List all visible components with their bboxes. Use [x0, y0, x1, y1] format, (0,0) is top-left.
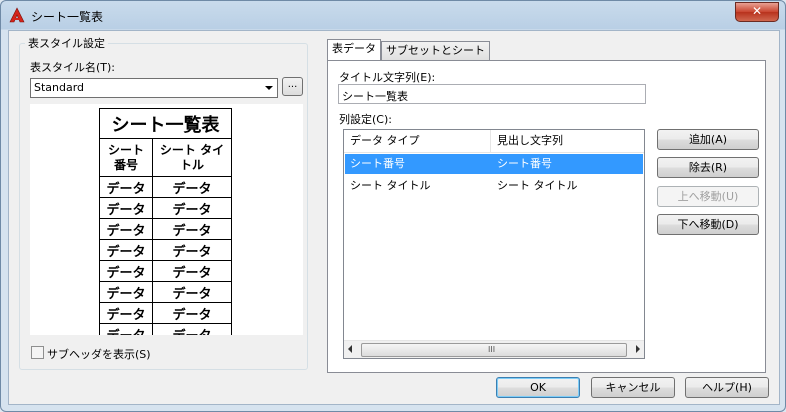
preview-cell: データ: [152, 302, 232, 324]
preview-title: シート一覧表: [99, 108, 232, 139]
preview-body: データ データ データ データ データ データ データ データ データ データ データ データ データデ…: [99, 176, 232, 335]
preview-cell: データ: [152, 260, 232, 282]
dialog-client: 表スタイル設定 表スタイル名(T): Standard ... シート一覧表 シ…: [8, 30, 780, 405]
close-button[interactable]: ✕: [735, 2, 779, 22]
tab-subsets-and-sheets[interactable]: サブセットとシート: [381, 41, 490, 60]
list-item[interactable]: シート番号 シート番号: [345, 154, 643, 174]
preview-cell: データ: [152, 281, 232, 303]
preview-row: データデータ: [99, 239, 232, 261]
column-settings-list[interactable]: データ タイプ 見出し文字列 シート番号 シート番号 シート タイトル シート …: [343, 129, 645, 359]
preview-cell: データ: [152, 239, 232, 261]
style-name-combo[interactable]: Standard: [30, 78, 278, 98]
subheader-checkbox[interactable]: [31, 346, 44, 359]
column-header-data-type[interactable]: データ タイプ: [344, 130, 491, 152]
preview-cell: データ: [99, 281, 153, 303]
scroll-right-icon[interactable]: [636, 345, 640, 353]
list-item-heading: シート タイトル: [497, 179, 578, 192]
preview-row: データデータ: [99, 302, 232, 324]
table-style-group-title: 表スタイル設定: [25, 35, 108, 51]
preview-cell: データ: [99, 197, 153, 219]
column-header-heading[interactable]: 見出し文字列: [491, 130, 644, 152]
help-button[interactable]: ヘルプ(H): [685, 377, 769, 398]
list-item-heading: シート番号: [497, 157, 552, 170]
tab-table-data[interactable]: 表データ: [327, 39, 381, 60]
cancel-button[interactable]: キャンセル: [591, 377, 675, 398]
preview-cell: データ: [152, 176, 232, 198]
list-header: データ タイプ 見出し文字列: [344, 130, 644, 153]
preview-cell: データ: [99, 302, 153, 324]
preview-cell: データ: [99, 218, 153, 240]
preview-cell: データ: [99, 176, 153, 198]
preview-table: シート一覧表 シート 番号 シート タイ トル データ データ データ データ データデ…: [99, 108, 232, 335]
preview-header-sheet-number: シート 番号: [99, 138, 153, 177]
preview-cell: データ: [99, 260, 153, 282]
style-name-value: Standard: [34, 81, 85, 94]
title-bar[interactable]: シート一覧表 ✕: [1, 1, 785, 29]
subheader-checkbox-label[interactable]: サブヘッダを表示(S): [47, 346, 151, 362]
preview-cell: データ: [152, 218, 232, 240]
title-text-value: シート一覧表: [342, 90, 408, 103]
table-preview: シート一覧表 シート 番号 シート タイ トル データ データ データ データ データデ…: [30, 104, 303, 335]
preview-header-sheet-title: シート タイ トル: [152, 138, 232, 177]
preview-row: データデータ: [99, 281, 232, 303]
move-down-button[interactable]: 下へ移動(D): [657, 214, 759, 235]
preview-row: データデータ: [99, 260, 232, 282]
close-icon: ✕: [751, 4, 763, 18]
preview-row: データデータ: [99, 197, 232, 219]
preview-cell: データ: [99, 323, 153, 335]
column-settings-label: 列設定(C):: [339, 113, 392, 126]
autocad-a-icon: [9, 7, 25, 23]
scroll-left-icon[interactable]: [348, 345, 352, 353]
preview-row: データデータ: [99, 176, 232, 198]
add-button[interactable]: 追加(A): [657, 129, 759, 150]
browse-button[interactable]: ...: [282, 77, 303, 96]
title-text-input[interactable]: シート一覧表: [338, 84, 646, 104]
preview-cell: データ: [152, 323, 232, 335]
title-text-label: タイトル文字列(E):: [339, 71, 436, 84]
move-up-button[interactable]: 上へ移動(U): [657, 186, 759, 207]
preview-cell: データ: [152, 197, 232, 219]
list-item-type: シート番号: [350, 157, 405, 170]
scroll-grip: III: [488, 345, 496, 354]
preview-row: データデータ: [99, 323, 232, 335]
scroll-thumb[interactable]: III: [361, 343, 627, 357]
style-name-label: 表スタイル名(T):: [30, 61, 116, 74]
horizontal-scrollbar[interactable]: III: [344, 340, 644, 358]
preview-row: データデータ: [99, 218, 232, 240]
ok-button[interactable]: OK: [496, 377, 580, 398]
dialog-window: シート一覧表 ✕ 表スタイル設定 表スタイル名(T): Standard ...…: [0, 0, 786, 412]
remove-button[interactable]: 除去(R): [657, 157, 759, 178]
window-title: シート一覧表: [31, 10, 104, 24]
list-item-type: シート タイトル: [350, 179, 431, 192]
preview-cell: データ: [99, 239, 153, 261]
chevron-down-icon[interactable]: [265, 86, 273, 90]
list-item[interactable]: シート タイトル シート タイトル: [345, 176, 643, 196]
